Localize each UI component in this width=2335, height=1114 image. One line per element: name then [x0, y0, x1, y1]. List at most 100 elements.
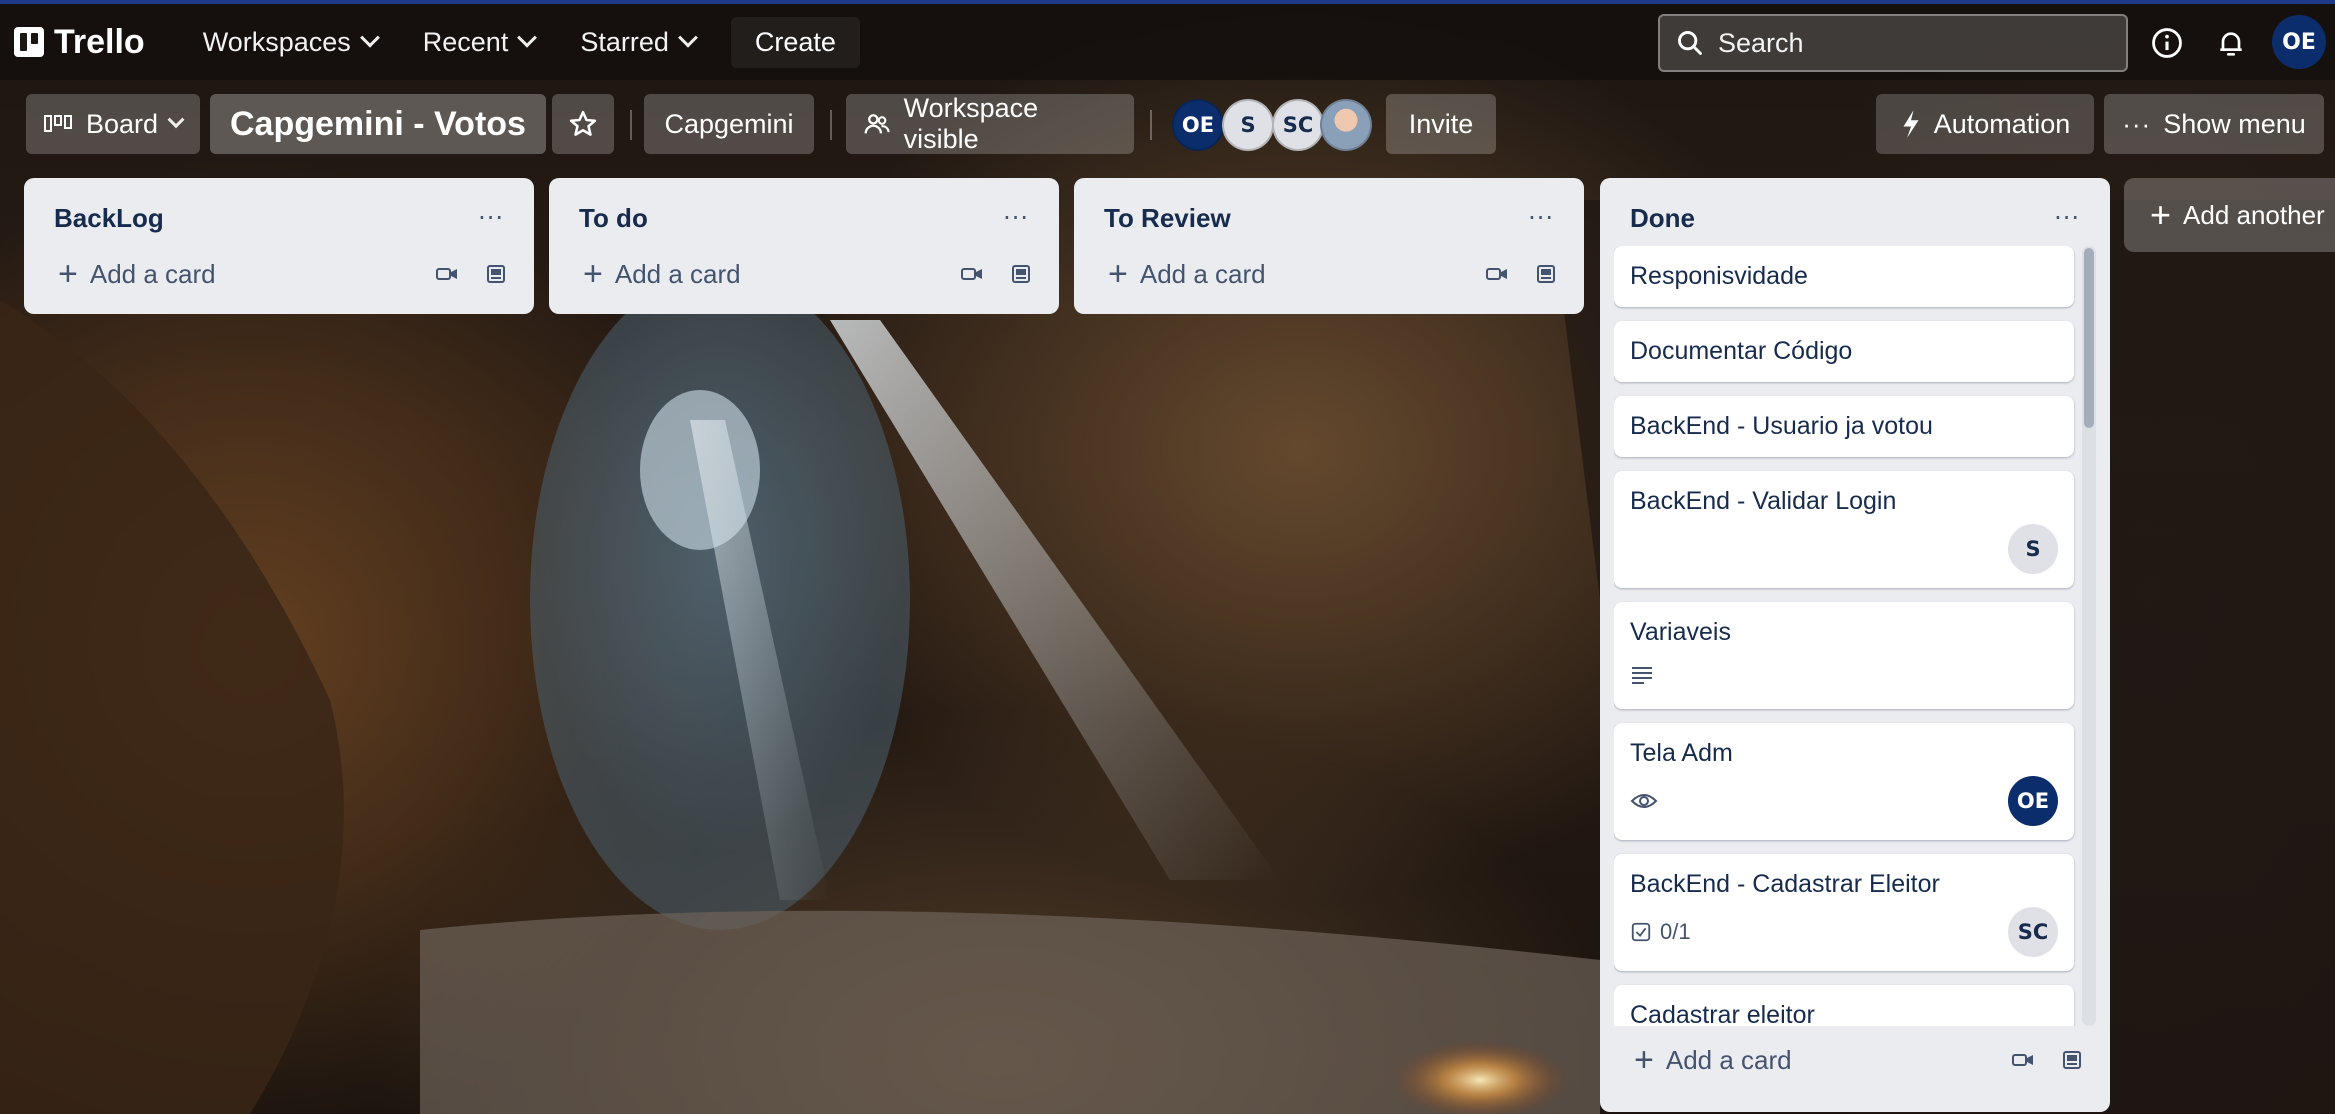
star-icon	[569, 110, 597, 136]
add-card-row: + Add a card	[38, 246, 520, 302]
list-scrollbar[interactable]	[2082, 246, 2096, 1026]
ellipsis-icon: ···	[2122, 108, 2152, 139]
card-list: Responisvidade Documentar Código BackEnd…	[1614, 246, 2096, 1026]
list-menu-icon[interactable]: ···	[1528, 204, 1554, 232]
top-navigation: Trello Workspaces Recent Starred Create	[0, 0, 2335, 80]
video-icon[interactable]	[436, 267, 458, 281]
card[interactable]: Cadastrar eleitor	[1614, 985, 2074, 1026]
card[interactable]: BackEnd - Validar Login S	[1614, 471, 2074, 588]
list-title[interactable]: To do	[579, 203, 648, 234]
template-icon[interactable]	[1009, 262, 1033, 286]
card-member-avatar[interactable]: OE	[2008, 776, 2058, 826]
workspaces-label: Workspaces	[202, 26, 351, 57]
plus-icon: +	[2150, 194, 2172, 235]
search-icon	[1678, 31, 1702, 55]
card-title: BackEnd - Usuario ja votou	[1630, 412, 1933, 440]
video-icon[interactable]	[1486, 267, 1508, 281]
divider	[1150, 110, 1152, 140]
notifications-button[interactable]	[2208, 20, 2254, 66]
show-menu-label: Show menu	[2163, 108, 2306, 139]
list-header: To Review ···	[1088, 190, 1570, 246]
plus-icon: +	[583, 255, 603, 293]
list-to-review[interactable]: To Review ··· + Add a card	[1074, 178, 1584, 314]
member-avatar-sc[interactable]: SC	[1272, 99, 1324, 151]
card[interactable]: Responisvidade	[1614, 246, 2074, 307]
description-icon	[1632, 667, 1652, 684]
list-to-do[interactable]: To do ··· + Add a card	[549, 178, 1059, 314]
list-menu-icon[interactable]: ···	[1003, 204, 1029, 232]
star-board-button[interactable]	[552, 94, 614, 154]
add-card-tools	[2012, 1048, 2084, 1072]
user-avatar[interactable]: OE	[2272, 15, 2326, 69]
eye-icon	[1630, 794, 1658, 808]
add-another-list-button[interactable]: + Add another	[2124, 178, 2335, 252]
template-icon[interactable]	[2060, 1048, 2084, 1072]
template-icon[interactable]	[484, 262, 508, 286]
add-card-row: + Add a card	[1088, 246, 1570, 302]
list-header: Done ···	[1614, 190, 2096, 246]
list-title[interactable]: Done	[1630, 203, 1695, 234]
member-avatar-photo[interactable]	[1320, 99, 1372, 151]
plus-icon: +	[1634, 1041, 1654, 1079]
workspaces-menu[interactable]: Workspaces	[185, 17, 395, 68]
card-member-avatar[interactable]: SC	[2008, 907, 2058, 957]
add-card-button[interactable]: + Add a card	[583, 257, 741, 291]
list-title[interactable]: BackLog	[54, 203, 164, 234]
list-menu-icon[interactable]: ···	[478, 204, 504, 232]
visibility-button[interactable]: Workspace visible	[846, 93, 1134, 154]
add-card-button[interactable]: + Add a card	[1634, 1043, 1792, 1077]
video-icon[interactable]	[2012, 1053, 2034, 1067]
card[interactable]: BackEnd - Usuario ja votou	[1614, 396, 2074, 457]
list-title[interactable]: To Review	[1104, 203, 1231, 234]
create-button[interactable]: Create	[730, 16, 860, 68]
checklist-icon	[1631, 922, 1651, 942]
card-member-avatar[interactable]: S	[2008, 524, 2058, 574]
board-view-icon	[43, 115, 72, 132]
show-menu-button[interactable]: ··· Show menu	[2104, 94, 2324, 154]
automation-label: Automation	[1933, 108, 2071, 139]
add-card-row: + Add a card	[563, 246, 1045, 302]
add-card-tools	[1486, 262, 1558, 286]
recent-label: Recent	[422, 26, 509, 57]
video-icon[interactable]	[961, 267, 983, 281]
information-button[interactable]	[2144, 20, 2190, 66]
board-view-switcher[interactable]: Board	[26, 94, 200, 154]
info-icon	[2152, 28, 2182, 58]
card-footer: OE	[1630, 776, 2058, 826]
card[interactable]: Documentar Código	[1614, 321, 2074, 382]
list-done[interactable]: Done ··· Responisvidade Documentar Códig…	[1600, 178, 2110, 1112]
add-card-button[interactable]: + Add a card	[58, 257, 216, 291]
add-card-button[interactable]: + Add a card	[1108, 257, 1266, 291]
plus-icon: +	[58, 255, 78, 293]
card-title: Responisvidade	[1630, 262, 1808, 290]
member-avatar-oe[interactable]: OE	[1172, 99, 1224, 151]
list-backlog[interactable]: BackLog ··· + Add a card	[24, 178, 534, 314]
search-box[interactable]	[1658, 14, 2128, 72]
automation-button[interactable]: Automation	[1876, 94, 2094, 154]
board-title[interactable]: Capgemini - Votos	[210, 94, 546, 154]
card[interactable]: BackEnd - Cadastrar Eleitor 0/1 SC	[1614, 854, 2074, 971]
checklist-badge: 0/1	[1630, 919, 1691, 945]
add-card-label: Add a card	[89, 258, 216, 289]
invite-button[interactable]: Invite	[1386, 94, 1496, 154]
trello-logo[interactable]: Trello	[14, 23, 145, 62]
list-menu-icon[interactable]: ···	[2054, 204, 2080, 232]
card-title: Documentar Código	[1630, 337, 1853, 365]
add-card-label: Add a card	[614, 258, 741, 289]
template-icon[interactable]	[1534, 262, 1558, 286]
divider	[630, 110, 632, 140]
member-avatar-s[interactable]: S	[1222, 99, 1274, 151]
divider	[830, 110, 832, 140]
workspace-button[interactable]: Capgemini	[644, 94, 814, 154]
recent-menu[interactable]: Recent	[405, 17, 553, 68]
scrollbar-thumb[interactable]	[2084, 248, 2094, 428]
visibility-label: Workspace visible	[903, 93, 1039, 154]
search-input[interactable]	[1718, 27, 2098, 59]
card[interactable]: Variaveis	[1614, 602, 2074, 709]
bell-icon	[2220, 32, 2242, 56]
card[interactable]: Tela Adm OE	[1614, 723, 2074, 840]
lightning-icon	[1903, 110, 1919, 138]
starred-menu[interactable]: Starred	[562, 17, 713, 68]
add-card-tools	[961, 262, 1033, 286]
board-header: Board Capgemini - Votos Capgemini Worksp…	[0, 93, 2335, 158]
